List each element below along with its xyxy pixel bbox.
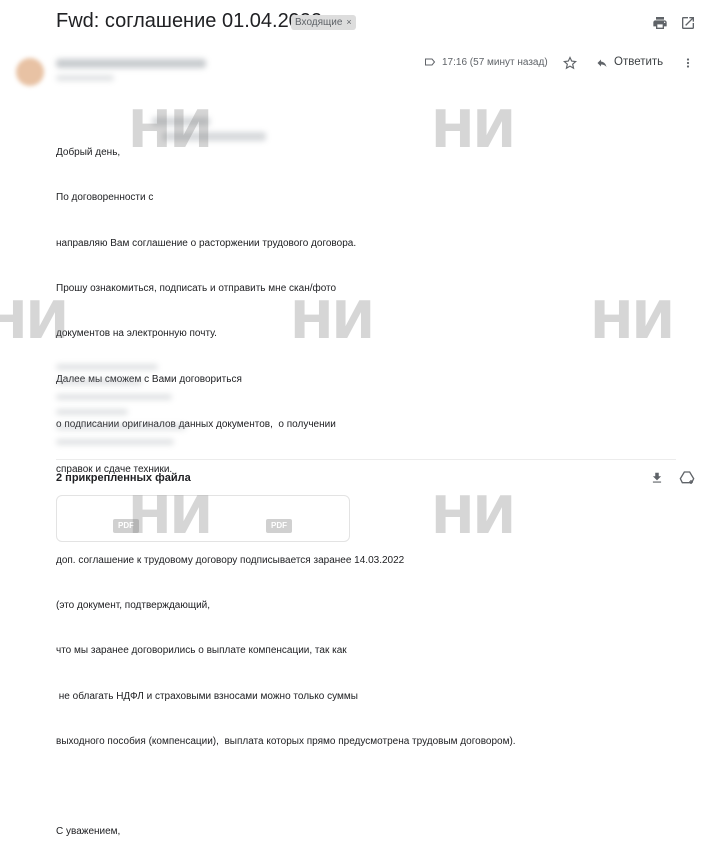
watermark: НИ	[431, 100, 516, 160]
watermark: НИ	[431, 486, 516, 546]
star-icon[interactable]	[563, 56, 577, 70]
body-line	[56, 779, 516, 794]
sender-address-redacted	[56, 75, 114, 81]
attachments-title: 2 прикрепленных файла	[56, 472, 191, 484]
watermark: НИ	[0, 291, 69, 351]
sender-name-redacted	[56, 59, 206, 68]
signature-redacted	[56, 394, 172, 400]
inbox-label-badge[interactable]: Входящие ×	[291, 15, 356, 30]
remove-label-icon[interactable]: ×	[346, 17, 351, 27]
watermark: НИ	[590, 291, 675, 351]
inbox-label-text: Входящие	[295, 17, 343, 28]
attachments-divider	[56, 459, 676, 460]
signature-redacted	[56, 439, 174, 445]
body-line: выходного пособия (компенсации), выплата…	[56, 735, 516, 747]
watermark: НИ	[128, 486, 213, 546]
body-line: Прошу ознакомиться, подписать и отправит…	[56, 283, 337, 295]
body-line: не облагать НДФЛ и страховыми взносами м…	[56, 690, 358, 702]
label-icon	[425, 58, 436, 66]
signature-redacted	[56, 364, 158, 370]
reply-icon[interactable]	[595, 57, 609, 69]
add-to-drive-icon[interactable]	[679, 470, 695, 486]
print-icon[interactable]	[652, 15, 668, 31]
body-line: направляю Вам соглашение о расторжении т…	[56, 237, 357, 249]
email-time: 17:16 (57 минут назад)	[442, 57, 548, 68]
body-line: (это документ, подтверждающий,	[56, 600, 211, 611]
pdf-thumbnail[interactable]: PDF	[266, 519, 292, 533]
signature-redacted	[56, 409, 128, 415]
download-icon[interactable]	[650, 471, 664, 485]
signature-redacted	[56, 424, 186, 430]
reply-button[interactable]: Ответить	[614, 56, 663, 68]
sender-avatar	[16, 58, 44, 86]
body-line: По договоренности с	[56, 192, 154, 204]
signature-redacted	[56, 379, 142, 385]
email-subject: Fwd: соглашение 01.04.2022	[56, 10, 323, 32]
watermark: НИ	[128, 100, 213, 160]
body-line: доп. соглашение к трудовому договору под…	[56, 554, 405, 566]
body-line: что мы заранее договорились о выплате ко…	[56, 645, 347, 657]
open-in-new-icon[interactable]	[680, 15, 696, 31]
email-body: Добрый день, По договоренности с направл…	[56, 115, 516, 855]
body-line: С уважением,	[56, 826, 121, 838]
more-vert-icon[interactable]	[682, 56, 694, 70]
watermark: НИ	[290, 291, 375, 351]
body-line: документов на электронную почту.	[56, 328, 217, 340]
